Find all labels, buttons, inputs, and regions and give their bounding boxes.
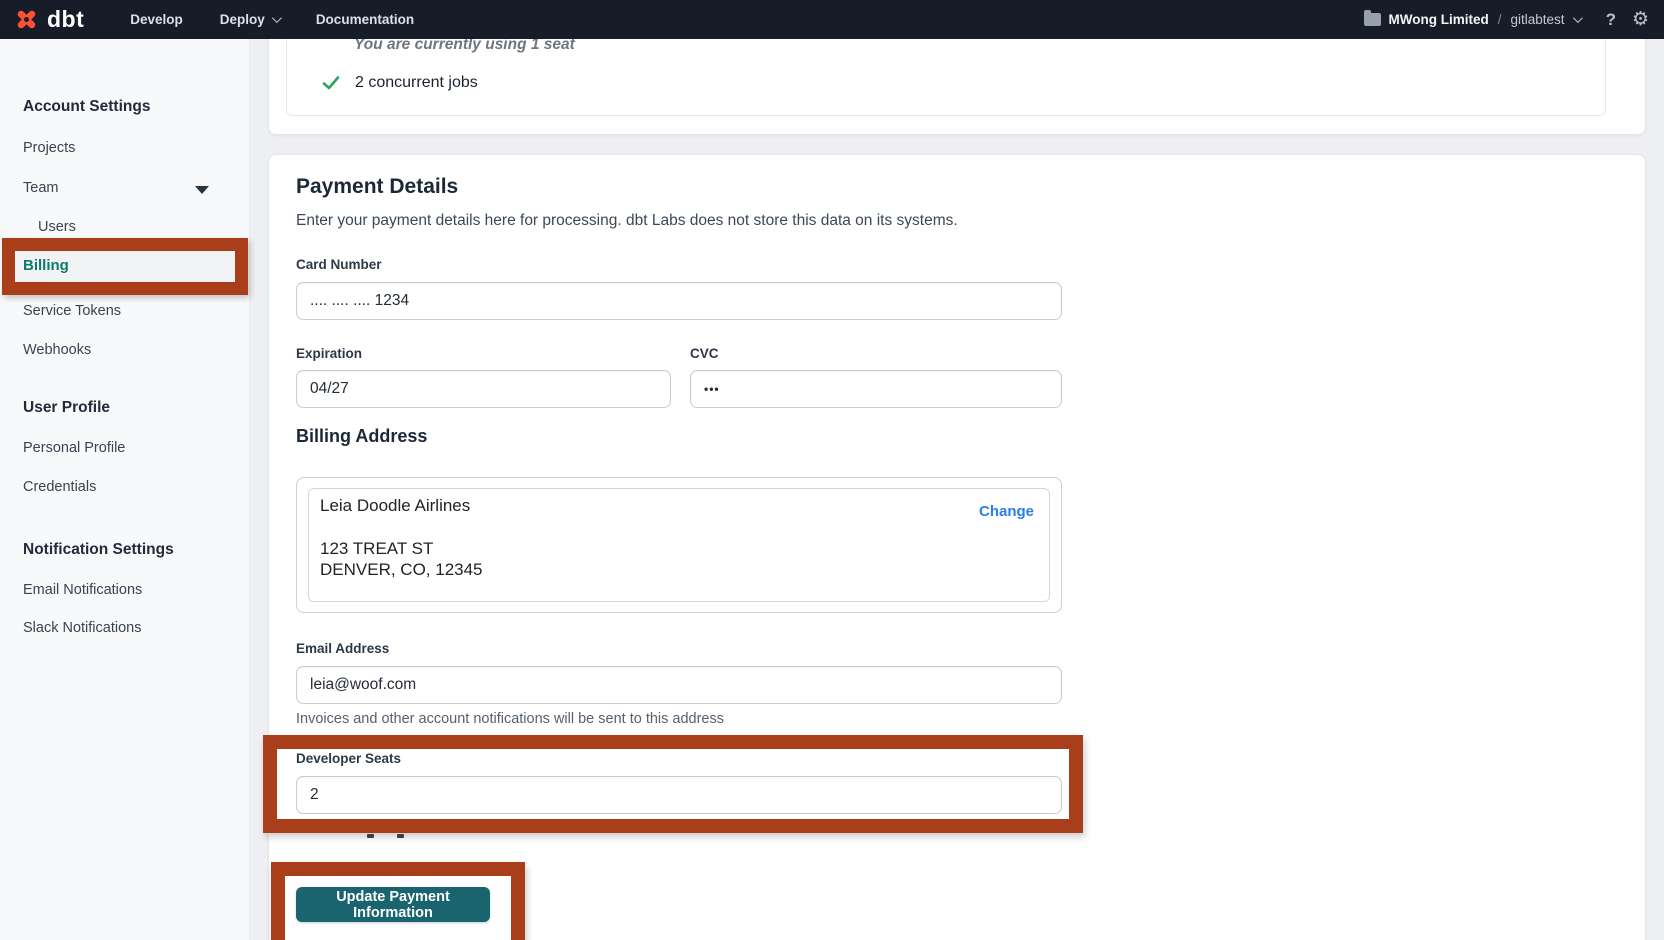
help-icon[interactable]: ? — [1606, 10, 1616, 30]
payment-details-description: Enter your payment details here for proc… — [296, 212, 958, 230]
sidebar-item-email-notifications[interactable]: Email Notifications — [23, 582, 142, 598]
sidebar-item-users[interactable]: Users — [38, 219, 76, 235]
hidden-text-remnant — [397, 834, 404, 838]
billing-annotation-box: Billing — [2, 238, 248, 295]
sidebar-item-webhooks[interactable]: Webhooks — [23, 342, 91, 358]
payment-details-title: Payment Details — [296, 175, 458, 199]
navbar-right-group: MWong Limited / gitlabtest ? ⚙ — [1364, 10, 1650, 30]
account-name[interactable]: MWong Limited — [1389, 12, 1489, 27]
hidden-text-remnant — [367, 834, 374, 838]
team-expand-triangle-icon[interactable] — [195, 186, 209, 194]
developer-seats-label: Developer Seats — [296, 751, 401, 766]
nav-item-deploy[interactable]: Deploy — [220, 12, 279, 27]
chevron-down-icon[interactable] — [1573, 13, 1583, 23]
billing-address-box: Leia Doodle Airlines 123 TREAT ST DENVER… — [308, 488, 1050, 602]
cvc-label: CVC — [690, 346, 719, 361]
sidebar-heading-notification-settings: Notification Settings — [23, 541, 174, 559]
top-navbar: dbt Develop Deploy Documentation MWong L… — [0, 0, 1664, 39]
email-address-input[interactable] — [296, 666, 1062, 704]
email-address-label: Email Address — [296, 641, 389, 656]
plan-feature-label: 2 concurrent jobs — [355, 74, 478, 92]
sidebar-item-personal-profile[interactable]: Personal Profile — [23, 440, 125, 456]
billing-address-heading: Billing Address — [296, 426, 427, 447]
card-number-label: Card Number — [296, 257, 382, 272]
sidebar-item-billing[interactable]: Billing — [15, 251, 235, 281]
sidebar-item-team[interactable]: Team — [23, 180, 58, 196]
sidebar-item-service-tokens[interactable]: Service Tokens — [23, 303, 121, 319]
dbt-logo-text: dbt — [47, 6, 84, 33]
project-selector[interactable]: gitlabtest — [1511, 12, 1565, 27]
gear-icon[interactable]: ⚙ — [1632, 10, 1649, 29]
expiration-label: Expiration — [296, 346, 362, 361]
email-helper-text: Invoices and other account notifications… — [296, 711, 724, 727]
billing-address-line1: 123 TREAT ST — [320, 539, 433, 559]
dbt-logo[interactable]: dbt — [13, 6, 84, 33]
cvc-input[interactable] — [690, 370, 1062, 408]
billing-address-line2: DENVER, CO, 12345 — [320, 560, 483, 580]
change-address-link[interactable]: Change — [979, 503, 1034, 520]
breadcrumb-separator: / — [1498, 12, 1502, 27]
dbt-logo-icon — [13, 6, 40, 33]
nav-item-develop[interactable]: Develop — [130, 12, 183, 27]
plan-feature-row: 2 concurrent jobs — [322, 74, 478, 92]
sidebar-item-slack-notifications[interactable]: Slack Notifications — [23, 620, 141, 636]
update-payment-information-button[interactable]: Update Payment Information — [296, 887, 490, 922]
sidebar-heading-user-profile: User Profile — [23, 399, 110, 417]
primary-nav-menu: Develop Deploy Documentation — [130, 12, 414, 27]
folder-icon — [1364, 13, 1381, 26]
sidebar-item-projects[interactable]: Projects — [23, 140, 75, 156]
expiration-input[interactable] — [296, 370, 671, 408]
card-number-input[interactable] — [296, 282, 1062, 320]
chevron-down-icon — [272, 13, 282, 23]
sidebar-item-credentials[interactable]: Credentials — [23, 479, 96, 495]
payment-details-card: Payment Details Enter your payment detai… — [268, 154, 1646, 940]
sidebar-heading-account-settings: Account Settings — [23, 98, 150, 116]
developer-seats-input[interactable] — [296, 776, 1062, 814]
settings-sidebar: Account Settings Projects Team Users Bil… — [0, 0, 250, 940]
check-icon — [322, 74, 340, 92]
billing-address-name: Leia Doodle Airlines — [320, 496, 470, 516]
billing-address-container: Leia Doodle Airlines 123 TREAT ST DENVER… — [296, 477, 1062, 613]
nav-item-documentation[interactable]: Documentation — [316, 12, 414, 27]
